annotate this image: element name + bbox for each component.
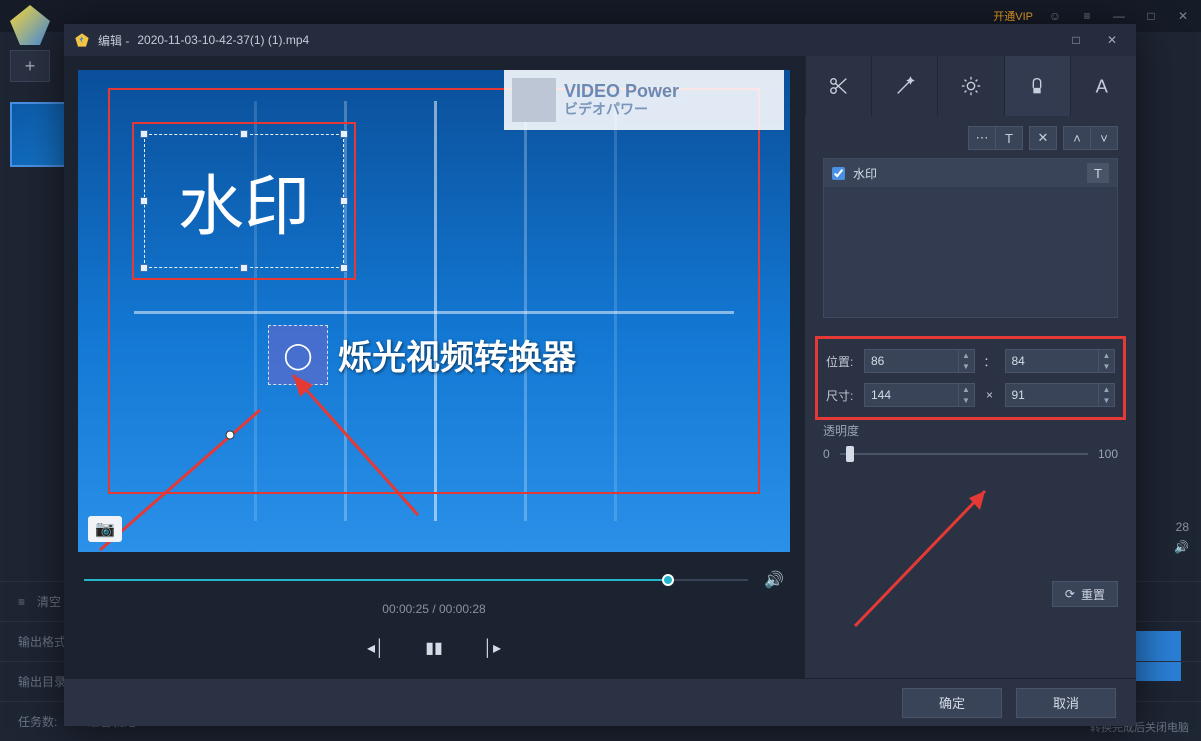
size-w-input[interactable]: ▲▼ bbox=[864, 383, 975, 407]
opacity-slider[interactable] bbox=[840, 453, 1088, 455]
menu-icon[interactable]: ≡ bbox=[1077, 9, 1097, 23]
spin-up-icon[interactable]: ▲ bbox=[1099, 384, 1114, 395]
size-separator: × bbox=[983, 388, 997, 402]
reset-label: 重置 bbox=[1081, 586, 1105, 603]
add-button[interactable]: + bbox=[10, 50, 50, 82]
time-total: 00:00:28 bbox=[439, 602, 486, 616]
opacity-max: 100 bbox=[1098, 447, 1118, 461]
modal-titlebar: 编辑 - 2020-11-03-10-42-37(1) (1).mp4 □ ✕ bbox=[64, 24, 1136, 56]
size-label: 尺寸: bbox=[826, 387, 856, 404]
modal-filename: 2020-11-03-10-42-37(1) (1).mp4 bbox=[137, 33, 309, 47]
tab-trim[interactable] bbox=[805, 56, 871, 116]
text-type-icon[interactable]: T bbox=[1087, 163, 1109, 183]
cancel-button[interactable]: 取消 bbox=[1016, 688, 1116, 718]
modal-maximize-button[interactable]: □ bbox=[1062, 26, 1090, 54]
tab-effects[interactable] bbox=[871, 56, 937, 116]
spin-down-icon[interactable]: ▼ bbox=[959, 395, 974, 406]
timeline: 🔊 00:00:25 / 00:00:28 ◂│ ▮▮ │▸ bbox=[64, 560, 804, 678]
preview-pane: VIDEO Powerビデオパワー 水印 ◯ bbox=[64, 56, 804, 678]
play-pause-button[interactable]: ▮▮ bbox=[420, 634, 448, 662]
position-x-input[interactable]: ▲▼ bbox=[864, 349, 975, 373]
more-button[interactable]: ⋯ bbox=[968, 126, 996, 150]
watermark-selection[interactable]: 水印 bbox=[136, 126, 352, 276]
editor-logo-icon bbox=[74, 32, 90, 48]
position-y-input[interactable]: ▲▼ bbox=[1005, 349, 1116, 373]
spin-down-icon[interactable]: ▼ bbox=[1099, 361, 1114, 372]
spin-down-icon[interactable]: ▼ bbox=[1099, 395, 1114, 406]
next-frame-button[interactable]: │▸ bbox=[478, 634, 506, 662]
clear-list-button[interactable]: 清空 bbox=[37, 593, 61, 610]
modal-close-button[interactable]: ✕ bbox=[1098, 26, 1126, 54]
seek-track[interactable] bbox=[84, 579, 748, 581]
watermark-text: 水印 bbox=[136, 126, 352, 276]
opacity-thumb[interactable] bbox=[846, 446, 854, 462]
size-h-input[interactable]: ▲▼ bbox=[1005, 383, 1116, 407]
brand-line2: ビデオパワー bbox=[564, 102, 679, 117]
reset-icon: ⟳ bbox=[1065, 587, 1075, 601]
bg-duration-text: 28 bbox=[1174, 520, 1189, 534]
delete-watermark-button[interactable]: ✕ bbox=[1029, 126, 1057, 150]
snapshot-icon[interactable]: 📷 bbox=[88, 516, 122, 542]
bg-minimize-button[interactable]: — bbox=[1109, 9, 1129, 23]
watermark-toolbar: ⋯ T ✕ ˄ ˅ bbox=[805, 116, 1136, 158]
bg-right-info: 28 🔊 bbox=[1174, 520, 1189, 554]
brand-line1: VIDEO Power bbox=[564, 82, 679, 102]
watermark-list: 水印 T bbox=[823, 158, 1118, 318]
watermark-item-label: 水印 bbox=[853, 165, 877, 182]
opacity-group: 透明度 0 100 bbox=[823, 422, 1118, 461]
vip-link[interactable]: 开通VIP bbox=[993, 8, 1033, 24]
editor-modal: 编辑 - 2020-11-03-10-42-37(1) (1).mp4 □ ✕ … bbox=[64, 24, 1136, 726]
tab-adjust[interactable] bbox=[937, 56, 1003, 116]
output-format-label: 输出格式 bbox=[18, 633, 66, 650]
move-up-button[interactable]: ˄ bbox=[1063, 126, 1091, 150]
tasks-label: 任务数: bbox=[18, 713, 57, 730]
center-label: 烁光视频转换器 bbox=[338, 330, 576, 379]
volume-icon[interactable]: 🔊 bbox=[764, 570, 784, 590]
user-icon[interactable]: ☺ bbox=[1045, 9, 1065, 23]
seek-thumb[interactable] bbox=[662, 574, 674, 586]
modal-footer: 确定 取消 bbox=[64, 678, 1136, 726]
annotation-arrow-icon bbox=[835, 476, 1025, 636]
opacity-min: 0 bbox=[823, 447, 830, 461]
spin-down-icon[interactable]: ▼ bbox=[959, 361, 974, 372]
svg-text:A: A bbox=[1096, 75, 1109, 96]
position-separator: ： bbox=[983, 353, 997, 370]
position-label: 位置: bbox=[826, 353, 856, 370]
properties-panel: A ⋯ T ✕ ˄ ˅ 水印 T 位置: bbox=[804, 56, 1136, 678]
reset-button[interactable]: ⟳ 重置 bbox=[1052, 581, 1118, 607]
watermark-list-item[interactable]: 水印 T bbox=[824, 159, 1117, 187]
ok-button[interactable]: 确定 bbox=[902, 688, 1002, 718]
spin-up-icon[interactable]: ▲ bbox=[959, 384, 974, 395]
spin-up-icon[interactable]: ▲ bbox=[959, 350, 974, 361]
tab-watermark[interactable] bbox=[1004, 56, 1070, 116]
opacity-label: 透明度 bbox=[823, 422, 1118, 439]
prev-frame-button[interactable]: ◂│ bbox=[362, 634, 390, 662]
move-down-button[interactable]: ˅ bbox=[1090, 126, 1118, 150]
tool-tabs: A bbox=[805, 56, 1136, 116]
add-text-watermark-button[interactable]: T bbox=[995, 126, 1023, 150]
video-canvas[interactable]: VIDEO Powerビデオパワー 水印 ◯ bbox=[78, 70, 790, 552]
time-current: 00:00:25 bbox=[382, 602, 429, 616]
center-icon[interactable]: ◯ bbox=[268, 325, 328, 385]
tab-text[interactable]: A bbox=[1070, 56, 1136, 116]
watermark-enable-checkbox[interactable] bbox=[832, 167, 845, 180]
output-dir-label: 输出目录 bbox=[18, 673, 66, 690]
position-size-group: 位置: ▲▼ ： ▲▼ 尺寸: ▲▼ × ▲▼ bbox=[815, 336, 1126, 420]
clapperboard-icon bbox=[512, 78, 556, 122]
center-overlay[interactable]: ◯ 烁光视频转换器 bbox=[268, 320, 648, 400]
bg-maximize-button[interactable]: □ bbox=[1141, 9, 1161, 23]
bg-volume-icon[interactable]: 🔊 bbox=[1174, 540, 1189, 554]
spin-up-icon[interactable]: ▲ bbox=[1099, 350, 1114, 361]
modal-title-prefix: 编辑 - bbox=[98, 32, 129, 49]
video-brand-overlay: VIDEO Powerビデオパワー bbox=[504, 70, 784, 130]
bg-close-button[interactable]: ✕ bbox=[1173, 9, 1193, 23]
